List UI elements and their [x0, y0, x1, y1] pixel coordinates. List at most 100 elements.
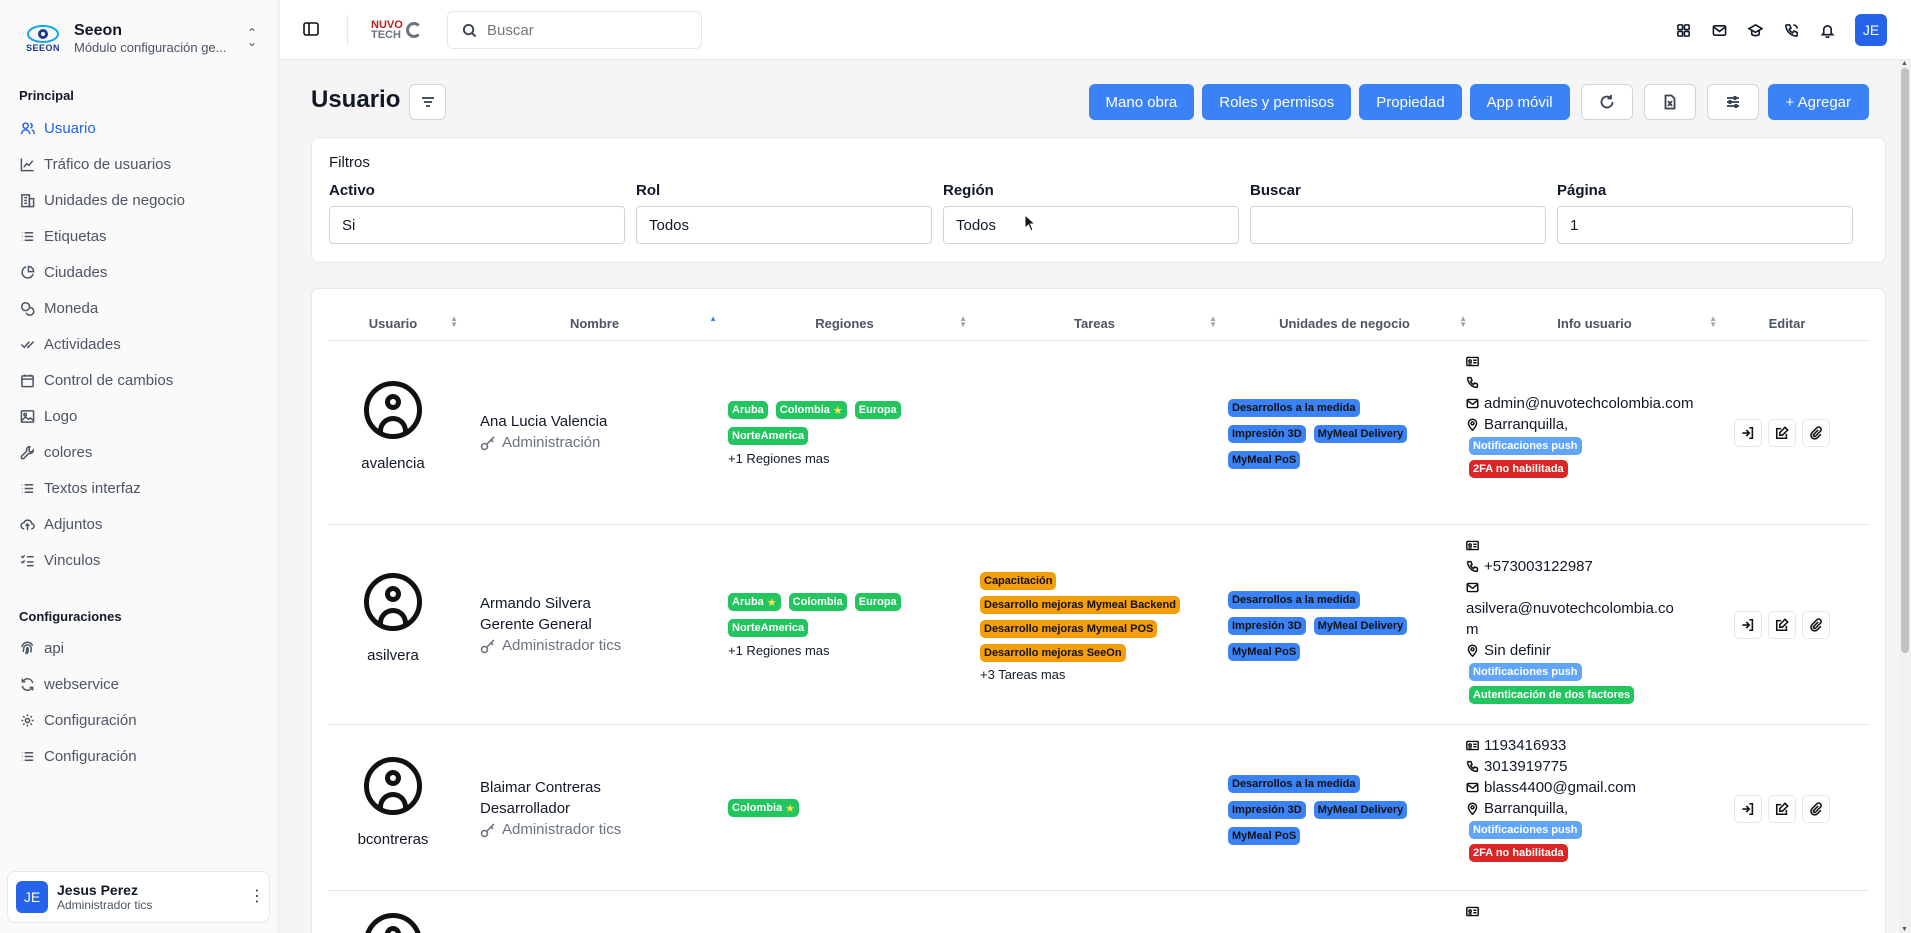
columns-settings-button[interactable]: [1706, 84, 1759, 120]
sidebar-item-label: Tráfico de usuarios: [44, 155, 172, 173]
sidebar-item-control-de-cambios[interactable]: Control de cambios: [19, 365, 264, 395]
username: asilvera: [367, 647, 419, 664]
sidebar-item-ciudades[interactable]: Ciudades: [19, 257, 264, 287]
paperclip-icon: [1810, 618, 1822, 632]
sidebar-item-adjuntos[interactable]: Adjuntos: [19, 509, 264, 539]
attachments-button[interactable]: [1802, 795, 1830, 823]
nuvotech-logo: NUVO TECH: [371, 16, 422, 44]
scrollbar-thumb[interactable]: [1901, 68, 1909, 653]
region-tag: NorteAmerica: [728, 427, 809, 445]
file-excel-icon: [1664, 94, 1675, 110]
impersonate-button[interactable]: [1734, 611, 1762, 639]
sort-asc-icon: ▲: [709, 314, 717, 323]
apps-icon[interactable]: [1665, 14, 1701, 46]
sort-icon: ▲ ▼: [1209, 314, 1217, 329]
map-pin-icon: [1467, 418, 1478, 431]
job-title: Gerente General: [480, 616, 592, 633]
sidebar-item-logo[interactable]: Logo: [19, 401, 264, 431]
sidebar-item-colores[interactable]: colores: [19, 437, 264, 467]
phone-call-icon[interactable]: [1773, 14, 1809, 46]
id-document: [1466, 535, 1706, 556]
key-icon: [480, 822, 495, 837]
email: asilvera@nuvotechcolombia.com: [1466, 600, 1674, 638]
filter-rol-select[interactable]: Todos: [636, 206, 932, 244]
business-unit-tag: MyMeal PoS: [1228, 643, 1301, 661]
filter-region-select[interactable]: Todos: [943, 206, 1239, 244]
section-config-label: Configuraciones: [19, 609, 122, 624]
log-in-icon: [1742, 618, 1754, 632]
id-document: 1193416933: [1466, 735, 1706, 756]
sidebar-item-configuracion-2[interactable]: Configuración: [19, 705, 264, 735]
export-excel-button[interactable]: [1643, 84, 1696, 120]
phone-icon: [1466, 760, 1479, 773]
sidebar-item-vinculos[interactable]: Vinculos: [19, 545, 264, 575]
mano-obra-button[interactable]: Mano obra: [1088, 84, 1195, 120]
sidebar-item-unidades-de-negocio[interactable]: Unidades de negocio: [19, 185, 264, 215]
col-header-tareas[interactable]: Tareas ▲ ▼: [972, 313, 1217, 333]
more-vertical-icon[interactable]: ⋮: [249, 889, 265, 905]
check-double-icon: [19, 336, 36, 353]
user-menu[interactable]: JE Jesus Perez Administrador tics ⋮: [7, 871, 270, 923]
col-header-info[interactable]: Info usuario ▲ ▼: [1472, 313, 1717, 333]
filter-activo-select[interactable]: Si: [329, 206, 625, 244]
topbar-avatar[interactable]: JE: [1855, 14, 1887, 46]
task-tag: Desarrollo mejoras Mymeal POS: [980, 620, 1158, 638]
sidebar-item-label: Actividades: [44, 335, 121, 353]
sidebar-item-usuario[interactable]: Usuario: [19, 113, 264, 143]
app-movil-button[interactable]: App móvil: [1469, 84, 1570, 120]
search-field[interactable]: [447, 11, 702, 49]
filter-buscar-input[interactable]: [1250, 206, 1546, 244]
business-unit-tag: MyMeal Delivery: [1313, 425, 1408, 443]
seeon-logo: SEEON: [20, 20, 66, 56]
attachments-button[interactable]: [1802, 611, 1830, 639]
sidebar-toggle-icon[interactable]: [302, 20, 320, 38]
role: Administración: [480, 432, 720, 453]
sidebar-item-actividades[interactable]: Actividades: [19, 329, 264, 359]
impersonate-button[interactable]: [1734, 419, 1762, 447]
search-input[interactable]: [487, 21, 687, 39]
edit-icon: [1775, 618, 1789, 632]
filter-toggle-button[interactable]: [409, 84, 446, 120]
graduation-cap-icon[interactable]: [1737, 14, 1773, 46]
brand-switcher[interactable]: SEEON Seeon Módulo configuración ge... ⌃…: [20, 16, 260, 60]
roles-permisos-button[interactable]: Roles y permisos: [1202, 84, 1352, 120]
page-scrollbar[interactable]: ▲ ▼: [1899, 60, 1911, 933]
impersonate-button[interactable]: [1734, 795, 1762, 823]
col-header-unidades[interactable]: Unidades de negocio ▲ ▼: [1222, 313, 1467, 333]
sidebar-item-label: colores: [44, 443, 93, 461]
coins-icon: [19, 300, 36, 317]
propiedad-button[interactable]: Propiedad: [1359, 84, 1462, 120]
bell-icon[interactable]: [1809, 14, 1845, 46]
sidebar-item-label: Unidades de negocio: [44, 191, 185, 209]
sidebar-item-configuracion-3[interactable]: Configuración: [19, 741, 264, 771]
col-header-usuario[interactable]: Usuario ▲ ▼: [328, 313, 458, 333]
sidebar-item-textos-interfaz[interactable]: Textos interfaz: [19, 473, 264, 503]
filter-pagina-input[interactable]: 1: [1557, 206, 1853, 244]
attachments-button[interactable]: [1802, 419, 1830, 447]
map-pin-icon: [1467, 644, 1478, 657]
sidebar-item-etiquetas[interactable]: Etiquetas: [19, 221, 264, 251]
regions-more: +1 Regiones mas: [728, 451, 830, 466]
sidebar-item-moneda[interactable]: Moneda: [19, 293, 264, 323]
list-icon: [19, 748, 36, 765]
wrench-icon: [19, 444, 36, 461]
page-title: Usuario: [311, 86, 401, 113]
users-icon: [19, 120, 36, 137]
mail-icon[interactable]: [1701, 14, 1737, 46]
edit-button[interactable]: [1768, 611, 1796, 639]
col-header-nombre[interactable]: Nombre ▲: [472, 313, 717, 333]
edit-button[interactable]: [1768, 419, 1796, 447]
filters-panel: Filtros Activo Si Rol Todos Región Todos…: [311, 137, 1886, 263]
add-button[interactable]: + Agregar: [1767, 84, 1869, 120]
id-card-icon: [1466, 356, 1479, 367]
region-tag: Colombia ★: [775, 401, 847, 419]
key-icon: [480, 638, 495, 653]
sidebar-item-api-0[interactable]: api: [19, 633, 264, 663]
col-header-regiones[interactable]: Regiones ▲ ▼: [722, 313, 967, 333]
user-avatar-icon: [364, 757, 422, 815]
tasks-more: +3 Tareas mas: [980, 667, 1066, 682]
sidebar-item-webservice-1[interactable]: webservice: [19, 669, 264, 699]
edit-button[interactable]: [1768, 795, 1796, 823]
sidebar-item-trafico-de-usuarios[interactable]: Tráfico de usuarios: [19, 149, 264, 179]
refresh-button[interactable]: [1580, 84, 1633, 120]
